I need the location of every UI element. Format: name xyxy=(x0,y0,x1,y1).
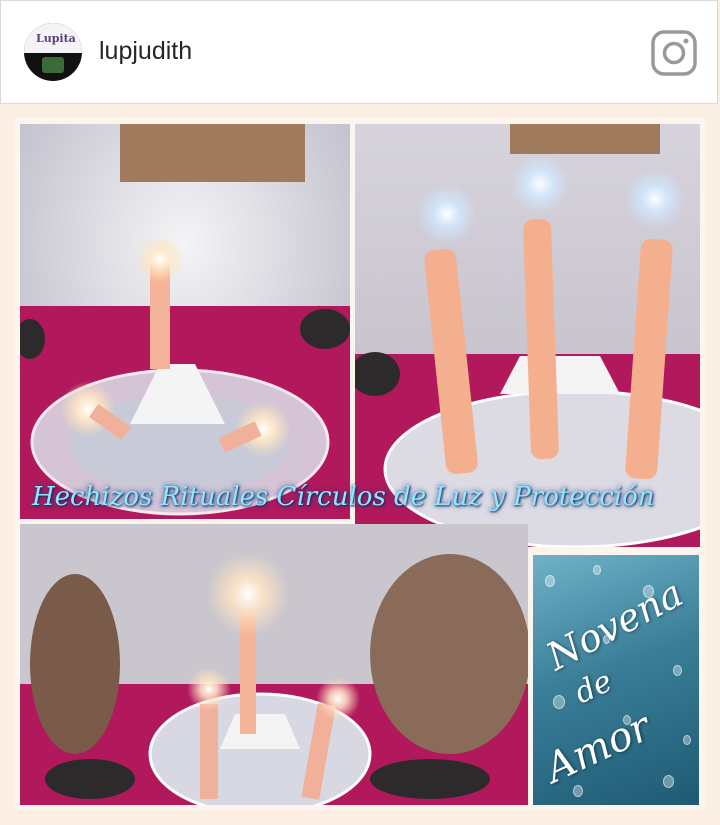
instagram-icon[interactable] xyxy=(651,30,697,76)
novena-title-line3: Amor xyxy=(538,703,658,793)
username-link[interactable]: lupjudith xyxy=(99,37,192,66)
collage-caption: Hechizos Rituales Círculos de Luz y Prot… xyxy=(32,482,655,512)
post-header: Lupita lupjudith xyxy=(0,0,718,104)
avatar-label: Lupita xyxy=(36,32,76,45)
novena-title-line1: Novena xyxy=(539,571,690,679)
novena-title-line2: de xyxy=(569,663,618,712)
saints-candles-photo xyxy=(20,524,528,805)
novena-de-amor-tile: Novena de Amor xyxy=(533,555,699,805)
profile-avatar[interactable]: Lupita xyxy=(24,23,82,81)
candles-photo-1 xyxy=(20,124,350,519)
